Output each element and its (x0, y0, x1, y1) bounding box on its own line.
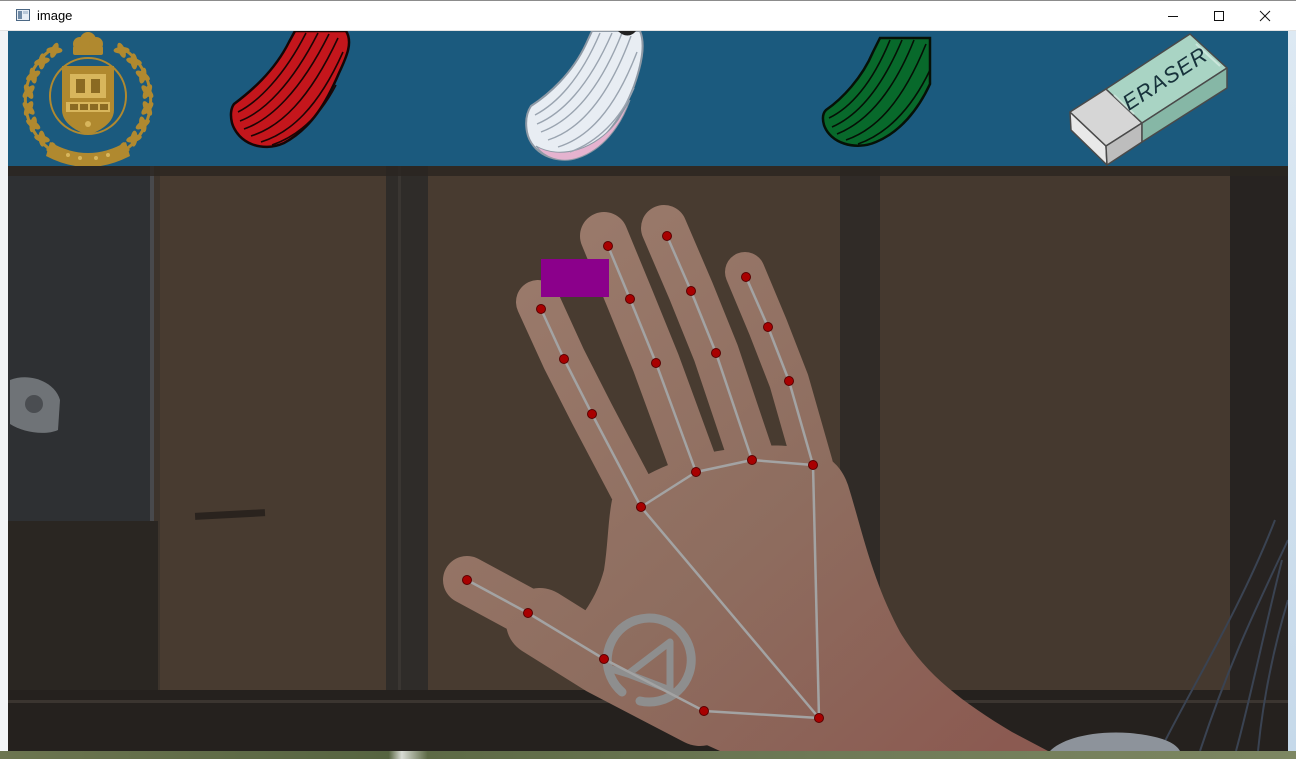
tool-header: ERASER (8, 31, 1288, 166)
seal-star (85, 121, 91, 127)
close-button[interactable] (1242, 1, 1288, 31)
green-brush-tool[interactable] (821, 36, 932, 147)
seal-leaf (139, 67, 147, 84)
eraser-tool[interactable]: ERASER (1069, 33, 1228, 166)
landmark-point (599, 654, 609, 664)
landmark-point (747, 455, 757, 465)
landmark-point (536, 304, 546, 314)
camera-feed (8, 166, 1288, 751)
minimize-button[interactable] (1150, 1, 1196, 31)
seal-leaf (29, 67, 37, 84)
landmark-point (814, 713, 824, 723)
seal-shield-panel (70, 74, 106, 98)
maximize-icon (1214, 11, 1224, 21)
title-bar: image (0, 0, 1296, 31)
landmark-point (662, 231, 672, 241)
client-area: ERASER (8, 31, 1288, 751)
minimize-icon (1168, 16, 1178, 17)
window-title: image (37, 8, 73, 23)
seal-ribbon (46, 142, 130, 166)
landmark-point (763, 322, 773, 332)
window-frame-left (0, 31, 8, 751)
green-brush-icon (821, 36, 932, 147)
landmark-point (808, 460, 818, 470)
desktop-background-right (1288, 31, 1296, 751)
landmark-point (651, 358, 661, 368)
landmark-point (587, 409, 597, 419)
landmark-point (699, 706, 709, 716)
landmark-point (625, 294, 635, 304)
landmark-point (691, 467, 701, 477)
landmark-point (462, 575, 472, 585)
landmark-point (711, 348, 721, 358)
landmark-point (603, 241, 613, 251)
red-brush-tool[interactable] (229, 31, 351, 149)
red-brush-icon (229, 31, 351, 149)
maximize-button[interactable] (1196, 1, 1242, 31)
landmark-point (559, 354, 569, 364)
landmark-point (523, 608, 533, 618)
landmark-point (784, 376, 794, 386)
landmark-point (636, 502, 646, 512)
close-icon (1259, 10, 1271, 22)
landmark-point (686, 286, 696, 296)
white-brush-tool[interactable] (525, 31, 644, 161)
desktop-background-bottom (0, 751, 1296, 759)
seal-crown (73, 32, 103, 55)
draw-cursor (541, 259, 609, 297)
landmark-point (741, 272, 751, 282)
university-seal-logo (22, 32, 154, 166)
app-window-icon (16, 9, 30, 21)
